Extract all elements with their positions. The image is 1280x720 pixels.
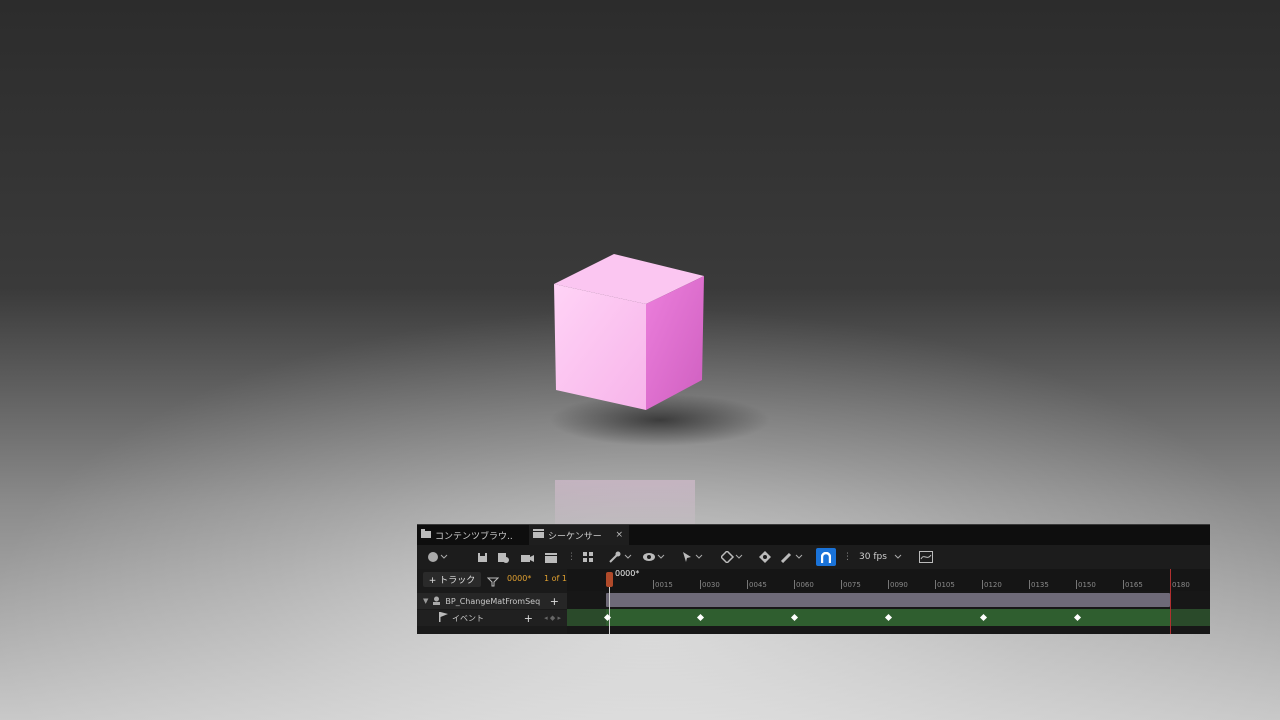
wrench-icon [609, 551, 632, 563]
actions-button[interactable] [582, 549, 594, 565]
clapperboard-icon [545, 552, 557, 563]
event-flag-icon [439, 612, 448, 624]
playhead-line [609, 587, 610, 634]
render-movie-button[interactable] [545, 549, 558, 565]
clapperboard-icon [533, 529, 544, 541]
tools-button[interactable] [609, 549, 633, 565]
snap-options-button[interactable]: ⋮ [843, 549, 852, 565]
framerate-dropdown[interactable]: 30 fps [859, 549, 905, 565]
sequencer-panel: コンテンツブラウ.. シーケンサー × ⋮ ⋮ 30 fps + トラック 00… [417, 524, 1210, 634]
tab-content-browser[interactable]: コンテンツブラウ.. [421, 525, 527, 545]
save-icon [478, 552, 487, 562]
playhead-handle[interactable] [606, 572, 613, 587]
ruler-tick-label: 0180 [1170, 580, 1190, 589]
add-track-plus-icon[interactable]: + [550, 595, 559, 608]
ruler-tick-label: 0165 [1123, 580, 1143, 589]
ruler-tick-label: 0090 [888, 580, 908, 589]
end-marker-line [1170, 569, 1171, 634]
camera-button[interactable] [521, 549, 534, 565]
actor-icon [432, 596, 441, 607]
selection-button[interactable] [681, 549, 705, 565]
ruler-tick-label: 0015 [653, 580, 673, 589]
curve-editor-button[interactable] [919, 549, 933, 565]
grid-actions-icon [583, 552, 593, 562]
curve-editor-icon [919, 551, 933, 563]
ruler-tick-label: 0045 [747, 580, 767, 589]
tab-bar: コンテンツブラウ.. シーケンサー × [417, 525, 1210, 545]
world-button[interactable] [427, 549, 449, 565]
globe-icon [428, 552, 448, 562]
key-diamond-icon [721, 551, 743, 563]
view-options-button[interactable] [643, 549, 667, 565]
sequencer-toolbar: ⋮ ⋮ 30 fps [417, 545, 1210, 569]
filter-icon[interactable] [486, 573, 500, 592]
actor-track-row[interactable]: ▼ BP_ChangeMatFromSeq + [417, 593, 567, 609]
ruler-tick-label: 0105 [935, 580, 955, 589]
page-indicator: 1 of 1 [544, 574, 567, 583]
chevron-down-icon [894, 554, 902, 559]
time-ruler[interactable]: 0015 0030 0045 0060 0075 0090 0105 0120 0135 0150… [567, 569, 1210, 591]
auto-key-icon [759, 551, 771, 563]
magnet-icon [821, 551, 831, 563]
track-outliner: + トラック 0000* 1 of 1 ▼ BP_ChangeMatFromSe… [417, 569, 567, 634]
ruler-tick-label: 0075 [841, 580, 861, 589]
actor-section-bar[interactable] [606, 593, 1170, 607]
auto-key-button[interactable] [759, 549, 771, 565]
add-track-button[interactable]: + トラック [423, 572, 481, 587]
tab-sequencer[interactable]: シーケンサー × [529, 525, 629, 545]
toolbar-separator: ⋮ [567, 552, 576, 562]
level-viewport[interactable]: コンテンツブラウ.. シーケンサー × ⋮ ⋮ 30 fps + トラック 00… [0, 0, 1280, 720]
expand-arrow-icon[interactable]: ▼ [423, 597, 428, 605]
camera-icon [521, 554, 534, 562]
ruler-tick-label: 0150 [1076, 580, 1096, 589]
save-as-button[interactable] [497, 549, 509, 565]
edit-button[interactable] [781, 549, 805, 565]
snap-toggle-button[interactable] [816, 548, 836, 566]
current-frame-field[interactable]: 0000* [507, 574, 531, 583]
timeline-area[interactable]: 0015 0030 0045 0060 0075 0090 0105 0120 0135 0150… [567, 569, 1210, 634]
save-button[interactable] [477, 549, 488, 565]
close-tab-icon[interactable]: × [615, 530, 623, 540]
event-track-row[interactable]: イベント + ◂ ◆ ▸ [417, 610, 567, 626]
ruler-tick-label: 0060 [794, 580, 814, 589]
folder-icon [421, 529, 431, 541]
ruler-tick-label: 0030 [700, 580, 720, 589]
add-key-plus-icon[interactable]: + [524, 612, 533, 625]
ruler-tick-label: 0120 [982, 580, 1002, 589]
key-navigation-icon[interactable]: ◂ ◆ ▸ [544, 614, 561, 622]
save-as-icon [498, 552, 509, 563]
ruler-tick-label: 0135 [1029, 580, 1049, 589]
eye-icon [643, 553, 665, 561]
pencil-icon [781, 552, 803, 563]
playhead-frame-label: 0000* [615, 569, 640, 578]
pointer-icon [683, 552, 703, 562]
key-options-button[interactable] [721, 549, 745, 565]
